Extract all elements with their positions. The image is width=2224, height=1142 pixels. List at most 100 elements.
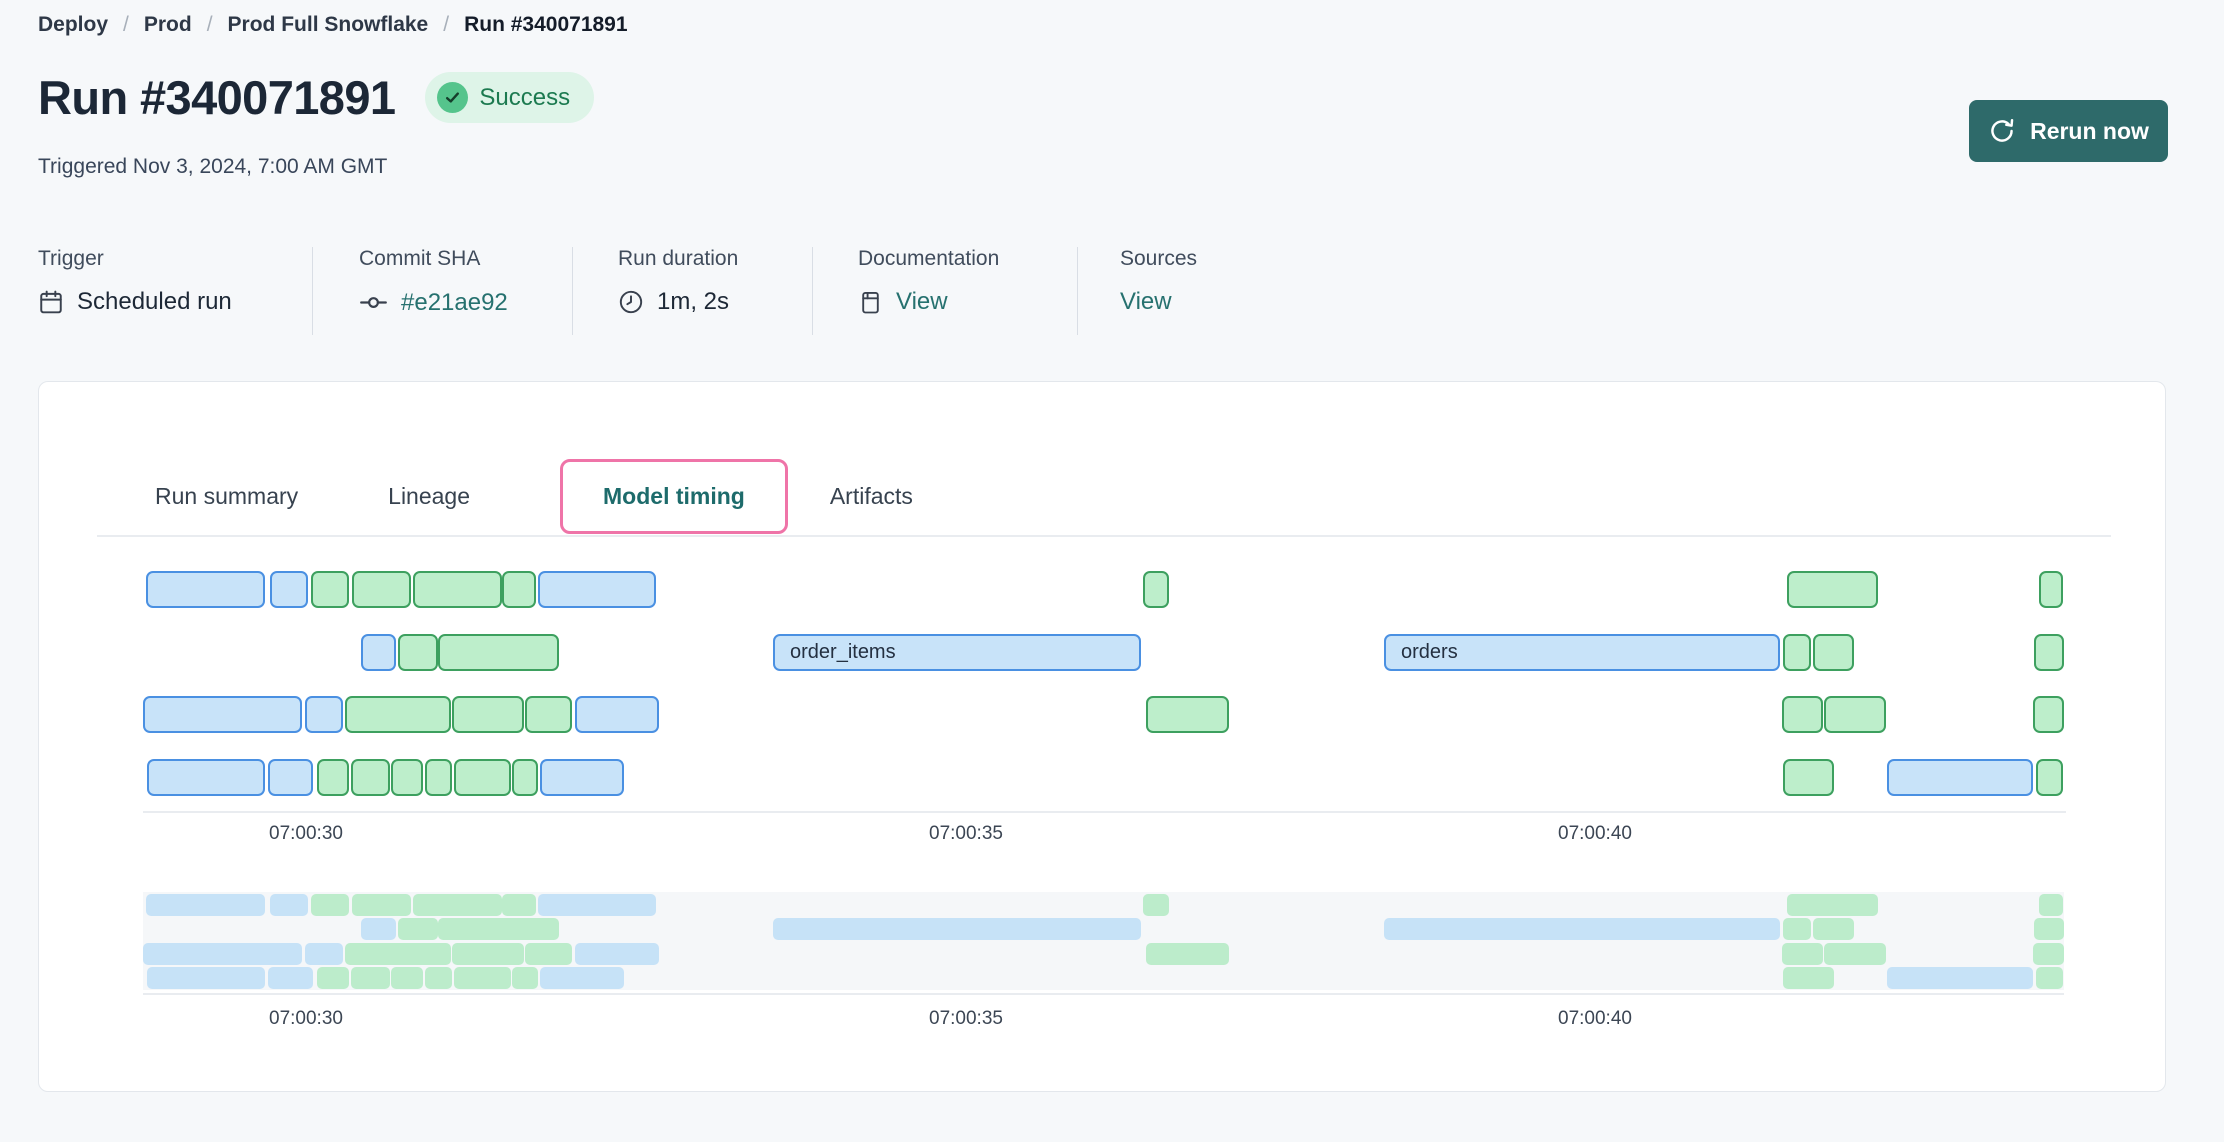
meta-value: View <box>858 288 1077 316</box>
calendar-icon <box>38 289 64 315</box>
gantt-bar[interactable] <box>391 759 423 796</box>
page-title: Run #340071891 <box>38 70 395 125</box>
document-icon <box>858 290 883 315</box>
gantt-bar[interactable] <box>268 759 313 796</box>
gantt-bar[interactable] <box>1143 571 1169 608</box>
gantt-bar[interactable] <box>1813 634 1854 671</box>
gantt-bar[interactable] <box>1783 634 1811 671</box>
gantt-bar[interactable] <box>147 759 265 796</box>
meta-label: Sources <box>1120 247 1197 271</box>
minimap-bar <box>1783 918 1811 940</box>
gantt-bar-orders[interactable]: orders <box>1384 634 1780 671</box>
minimap-bar <box>1887 967 2033 989</box>
gantt-bar[interactable] <box>345 696 451 733</box>
gantt-bar[interactable] <box>1783 759 1834 796</box>
breadcrumb-separator: / <box>207 13 213 37</box>
tab-artifacts[interactable]: Artifacts <box>830 483 913 510</box>
model-timing-gantt: order_items orders <box>143 571 2066 801</box>
tabs-divider <box>97 535 2111 537</box>
minimap-bar-order-items <box>773 918 1141 940</box>
breadcrumb-separator: / <box>123 13 129 37</box>
minimap-bar <box>146 894 265 916</box>
tab-model-timing[interactable]: Model timing <box>560 459 788 534</box>
gantt-bar[interactable] <box>438 634 559 671</box>
minimap-bar <box>2033 943 2064 965</box>
gantt-minimap[interactable] <box>143 892 2064 990</box>
gantt-bar[interactable] <box>540 759 624 796</box>
minimap-bar <box>1782 943 1823 965</box>
gantt-bar[interactable] <box>425 759 452 796</box>
minimap-bar <box>305 943 343 965</box>
minimap-bar <box>391 967 423 989</box>
gantt-time-axis: 07:00:3007:00:3507:00:40 <box>143 823 2066 849</box>
minimap-bar <box>398 918 438 940</box>
gantt-bar[interactable] <box>502 571 536 608</box>
gantt-bar[interactable] <box>1146 696 1229 733</box>
gantt-bar[interactable] <box>270 571 308 608</box>
gantt-bar[interactable] <box>525 696 572 733</box>
meta-label: Trigger <box>38 247 312 271</box>
gantt-bar[interactable] <box>317 759 349 796</box>
gantt-bar[interactable] <box>454 759 511 796</box>
gantt-bar[interactable] <box>1787 571 1878 608</box>
gantt-bar[interactable] <box>2039 571 2063 608</box>
meta-value: 1m, 2s <box>618 288 812 316</box>
gantt-bar[interactable] <box>2033 696 2064 733</box>
minimap-bar <box>345 943 451 965</box>
meta-documentation-value[interactable]: View <box>896 288 948 316</box>
minimap-bar <box>1824 943 1886 965</box>
gantt-bar[interactable] <box>2036 759 2063 796</box>
commit-icon <box>359 288 388 317</box>
minimap-bar <box>413 894 502 916</box>
gantt-bar[interactable] <box>398 634 438 671</box>
gantt-bar-label: orders <box>1386 641 1458 664</box>
meta-value: #e21ae92 <box>359 288 572 317</box>
gantt-bar[interactable] <box>352 571 411 608</box>
gantt-bar[interactable] <box>413 571 502 608</box>
gantt-bar[interactable] <box>1824 696 1886 733</box>
status-label: Success <box>479 84 570 112</box>
minimap-bar <box>2039 894 2063 916</box>
axis-tick-07-00-30: 07:00:30 <box>269 1008 343 1030</box>
minimap-bar <box>1787 894 1878 916</box>
minimap-bar <box>425 967 452 989</box>
gantt-bar[interactable] <box>146 571 265 608</box>
header: Run #340071891 Success <box>38 70 594 125</box>
gantt-bar[interactable] <box>351 759 390 796</box>
gantt-bar[interactable] <box>512 759 538 796</box>
rerun-now-button[interactable]: Rerun now <box>1969 100 2168 162</box>
breadcrumb-item-prod[interactable]: Prod <box>144 13 192 37</box>
meta-sources-value[interactable]: View <box>1120 288 1172 316</box>
breadcrumb-separator: / <box>443 13 449 37</box>
minimap-bar <box>502 894 536 916</box>
gantt-bar[interactable] <box>1887 759 2033 796</box>
gantt-bar[interactable] <box>361 634 396 671</box>
gantt-bar[interactable] <box>2034 634 2064 671</box>
gantt-bar[interactable] <box>538 571 656 608</box>
gantt-bar[interactable] <box>1782 696 1823 733</box>
gantt-bar-order-items[interactable]: order_items <box>773 634 1141 671</box>
meta-trigger-value: Scheduled run <box>77 288 232 316</box>
minimap-bar <box>143 943 302 965</box>
minimap-bar <box>538 894 656 916</box>
breadcrumb-item-deploy[interactable]: Deploy <box>38 13 108 37</box>
minimap-bar <box>317 967 349 989</box>
axis-tick-07-00-30: 07:00:30 <box>269 823 343 845</box>
gantt-bar[interactable] <box>305 696 343 733</box>
minimap-bar <box>525 943 572 965</box>
meta-commit-sha: Commit SHA#e21ae92 <box>313 247 573 335</box>
gantt-bar[interactable] <box>452 696 524 733</box>
breadcrumb-item-prod-full-snowflake[interactable]: Prod Full Snowflake <box>228 13 429 37</box>
gantt-bar[interactable] <box>311 571 349 608</box>
meta-commit-sha-value[interactable]: #e21ae92 <box>401 289 508 317</box>
tab-lineage[interactable]: Lineage <box>388 483 470 510</box>
minimap-bar <box>311 894 349 916</box>
meta-run-duration-value: 1m, 2s <box>657 288 729 316</box>
meta-documentation: DocumentationView <box>813 247 1078 335</box>
tab-run-summary[interactable]: Run summary <box>155 483 298 510</box>
meta-run-duration: Run duration1m, 2s <box>573 247 813 335</box>
tab-bar: Run summary Lineage Model timing Artifacts <box>155 456 1003 536</box>
gantt-bar[interactable] <box>575 696 659 733</box>
status-badge: Success <box>425 72 594 123</box>
gantt-bar[interactable] <box>143 696 302 733</box>
